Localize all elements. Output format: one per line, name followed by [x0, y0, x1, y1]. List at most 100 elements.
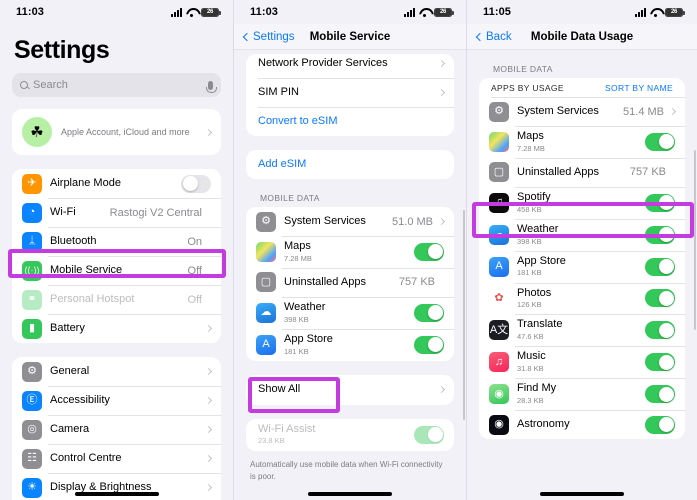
toggle-switch[interactable] — [645, 289, 675, 308]
list-item[interactable]: ▮ Battery — [12, 314, 221, 343]
list-item[interactable]: ♫ Spotify 458 KB — [479, 186, 685, 219]
list-item-labels: Music 31.8 KB — [517, 350, 645, 374]
settings-group-connectivity: ✈ Airplane Mode ◔ Wi-Fi Rastogi V2 Central ᛦ B… — [12, 169, 221, 343]
list-item[interactable]: ✈ Airplane Mode — [12, 169, 221, 198]
list-item-labels: Network Provider Services — [258, 57, 439, 71]
back-button[interactable]: Settings — [242, 30, 295, 43]
list-item-label: Battery — [50, 321, 85, 334]
apps-by-usage-label: APPS BY USAGE — [491, 83, 564, 93]
photos-icon: ✿ — [489, 288, 509, 309]
list-item[interactable]: Network Provider Services — [246, 54, 454, 78]
icon-glyph: ((·)) — [24, 265, 40, 275]
list-item[interactable]: SIM PIN — [246, 78, 454, 107]
list-item[interactable]: ((·)) Mobile Service Off — [12, 256, 221, 285]
list-item[interactable]: ☁ Weather 398 KB — [479, 218, 685, 251]
list-item[interactable]: Convert to eSIM — [246, 107, 454, 136]
sort-by-name-button[interactable]: SORT BY NAME — [605, 83, 673, 93]
three-panel-screenshot: 11:03 26 Settings Search ☘ Apple Account… — [0, 0, 697, 500]
list-item-subtitle: 398 KB — [517, 236, 542, 246]
list-item[interactable]: ☁ Weather 398 KB — [246, 296, 454, 329]
bluetooth-icon: ᛦ — [22, 231, 42, 252]
list-item[interactable]: ⚙ System Services 51.4 MB — [479, 97, 685, 126]
settings-group-system: ⚙ General Ⓔ Accessibility ◎ Camera ☷ Control Ce… — [12, 357, 221, 500]
list-item-label: Photos — [517, 286, 552, 299]
account-card[interactable]: ☘ Apple Account, iCloud and more — [12, 109, 221, 155]
scrollbar[interactable] — [693, 150, 696, 330]
music-icon: ♫ — [489, 352, 509, 373]
list-item[interactable]: ▢ Uninstalled Apps 757 KB — [479, 157, 685, 187]
list-item[interactable]: ⚭ Personal Hotspot Off — [12, 285, 221, 314]
list-item-label: Weather — [284, 300, 326, 313]
toggle-switch[interactable] — [181, 174, 211, 193]
toggle-switch[interactable] — [645, 225, 675, 244]
list-item[interactable]: ◉ Astronomy — [479, 410, 685, 439]
toggle-switch[interactable] — [645, 353, 675, 372]
scrollbar[interactable] — [462, 210, 465, 420]
list-item[interactable]: ◉ Find My 28.3 KB — [479, 378, 685, 410]
icon-glyph: ☷ — [27, 452, 37, 464]
icon-glyph: A — [495, 260, 503, 273]
list-item[interactable]: ☷ Control Centre — [12, 444, 221, 473]
list-item[interactable]: Add eSIM — [246, 150, 454, 179]
back-button[interactable]: Back — [475, 31, 512, 43]
battery-level: 26 — [435, 8, 451, 16]
list-item[interactable]: Maps 7.28 MB — [479, 126, 685, 158]
wifi-icon — [186, 8, 197, 17]
list-item[interactable]: ⚙ General — [12, 357, 221, 386]
app-store-icon: A — [256, 334, 276, 355]
list-item-subtitle: 398 KB — [284, 314, 309, 324]
toggle-switch[interactable] — [645, 385, 675, 404]
list-item[interactable]: ◎ Camera — [12, 415, 221, 444]
list-item-label: General — [50, 364, 90, 377]
toggle-switch[interactable] — [414, 425, 444, 444]
list-item[interactable]: ◔ Wi-Fi Rastogi V2 Central — [12, 198, 221, 227]
list-item-labels: Weather 398 KB — [517, 223, 645, 247]
search-input[interactable]: Search — [12, 73, 221, 97]
toggle-switch[interactable] — [414, 335, 444, 354]
list-item[interactable]: Ⓔ Accessibility — [12, 386, 221, 415]
signal-bars-icon — [171, 7, 182, 17]
toggle-switch[interactable] — [414, 242, 444, 261]
back-button-label: Settings — [253, 30, 295, 43]
list-item[interactable]: ▢ Uninstalled Apps 757 KB — [246, 267, 454, 297]
list-item[interactable]: ᛦ Bluetooth On — [12, 227, 221, 256]
show-all-row[interactable]: Show All — [246, 375, 454, 405]
wifi-assist-row[interactable]: Wi-Fi Assist 23.8 KB — [246, 419, 454, 451]
list-item[interactable]: A App Store 181 KB — [479, 250, 685, 283]
toggle-switch[interactable] — [645, 132, 675, 151]
list-item-labels: Bluetooth — [50, 235, 187, 249]
toggle-switch[interactable] — [645, 415, 675, 434]
toggle-switch[interactable] — [645, 257, 675, 276]
list-item[interactable]: A App Store 181 KB — [246, 328, 454, 361]
list-item-labels: Add eSIM — [258, 158, 444, 172]
list-item-label: Control Centre — [50, 451, 122, 464]
icon-glyph: ♫ — [494, 196, 504, 209]
chevron-left-icon — [475, 32, 485, 41]
apple-account-row[interactable]: ☘ Apple Account, iCloud and more — [12, 109, 221, 155]
chevron-right-icon — [204, 483, 213, 492]
list-item[interactable]: ⚙ System Services 51.0 MB — [246, 207, 454, 236]
list-item[interactable]: ✿ Photos 126 KB — [479, 282, 685, 315]
sort-header-row: APPS BY USAGE SORT BY NAME — [479, 78, 685, 97]
list-item[interactable]: ♫ Music 31.8 KB — [479, 346, 685, 378]
list-item-subtitle: 7.28 MB — [517, 143, 545, 153]
panel-settings: 11:03 26 Settings Search ☘ Apple Account… — [0, 0, 233, 500]
list-item-labels: Accessibility — [50, 394, 206, 408]
list-item-labels: App Store 181 KB — [284, 333, 414, 357]
chevron-left-icon — [242, 32, 252, 41]
chevron-right-icon — [204, 396, 213, 405]
toggle-switch[interactable] — [414, 303, 444, 322]
camera-icon: ◎ — [22, 419, 42, 440]
toggle-switch[interactable] — [645, 193, 675, 212]
microphone-icon[interactable] — [206, 80, 217, 93]
toggle-switch[interactable] — [645, 321, 675, 340]
wifi-icon: ◔ — [22, 202, 42, 223]
list-item-label: Mobile Service — [50, 263, 123, 276]
list-item[interactable]: Maps 7.28 MB — [246, 236, 454, 268]
chevron-right-icon — [668, 107, 677, 116]
apps-usage-group: APPS BY USAGE SORT BY NAME ⚙ System Servi… — [479, 78, 685, 439]
list-item-value: Off — [187, 293, 202, 306]
list-item-labels: Personal Hotspot — [50, 293, 188, 307]
icon-glyph: ◉ — [494, 387, 504, 400]
list-item[interactable]: A文 Translate 47.6 KB — [479, 314, 685, 346]
